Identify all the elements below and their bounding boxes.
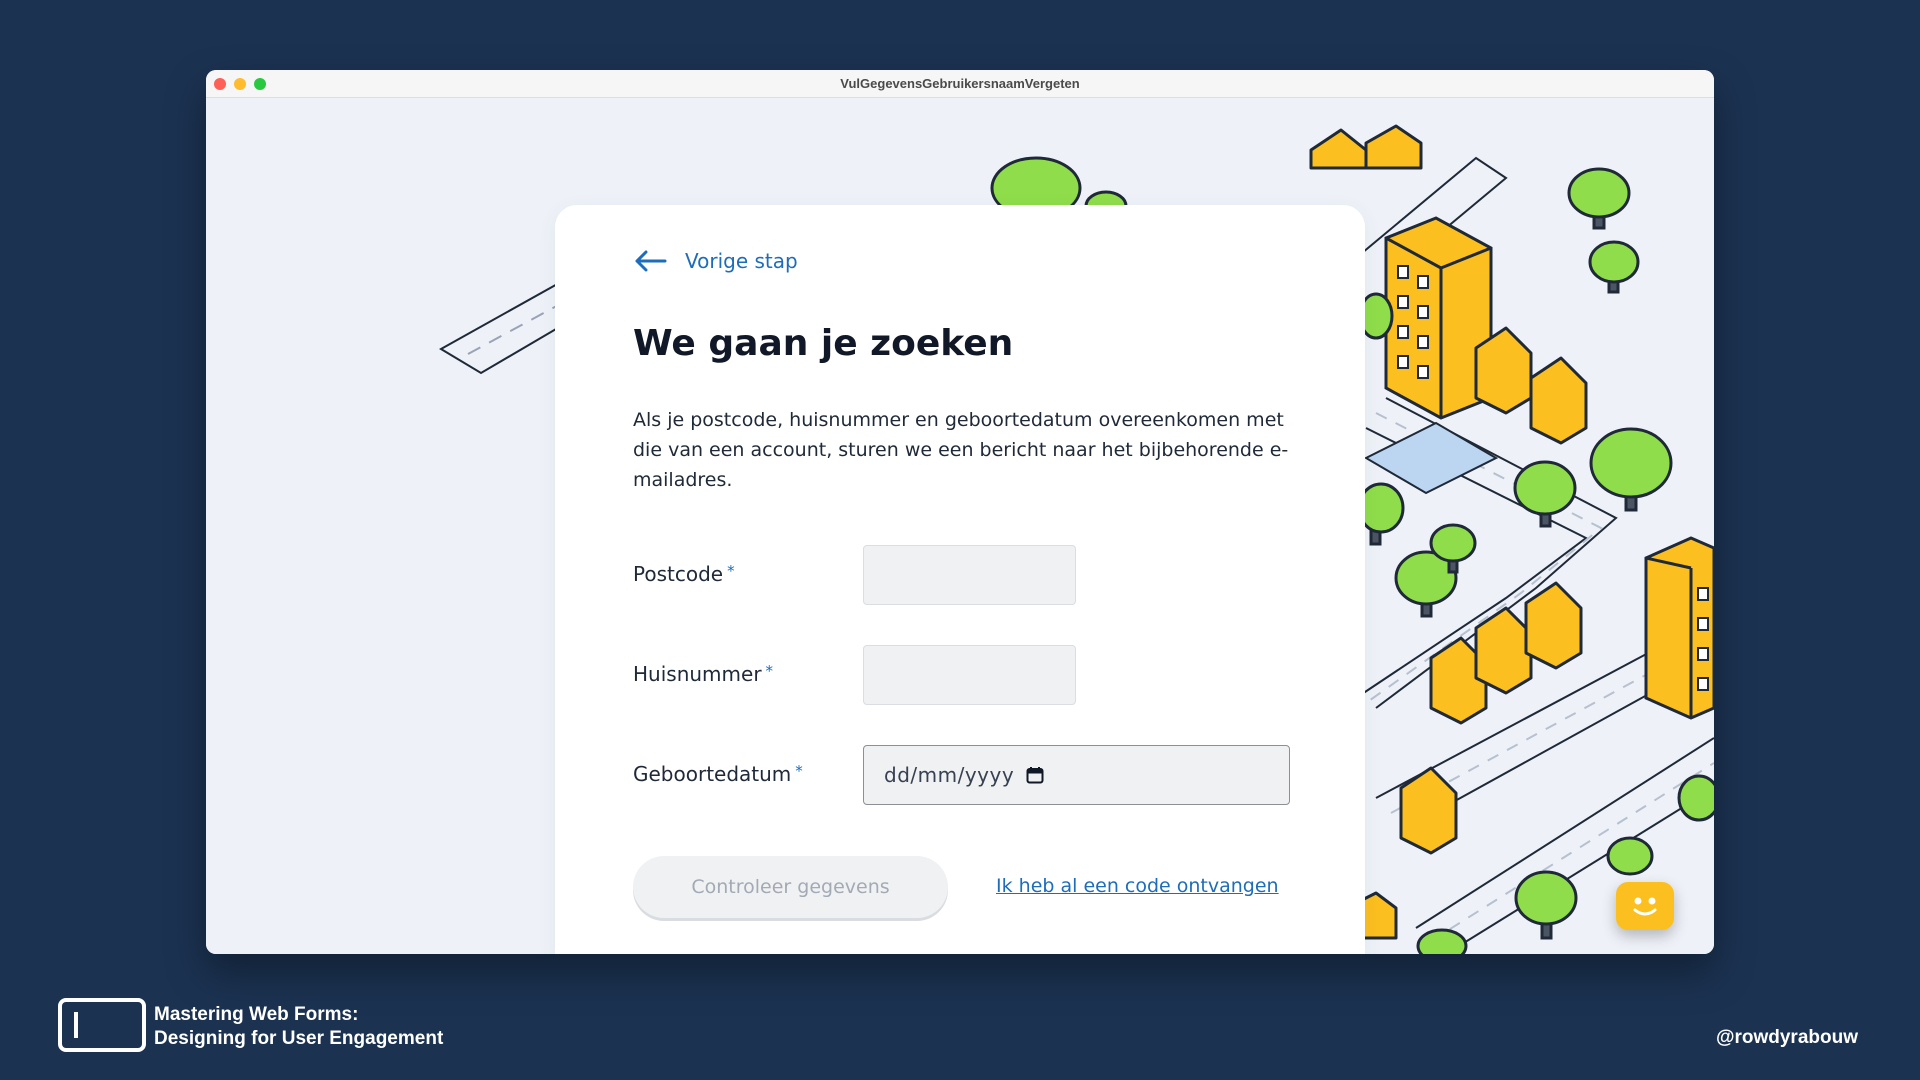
form-card: Vorige stap We gaan je zoeken Als je pos… xyxy=(555,205,1365,954)
back-link-label: Vorige stap xyxy=(685,249,798,273)
huisnummer-label: Huisnummer * xyxy=(633,662,773,686)
date-placeholder: dd/mm/yyyy xyxy=(884,763,1015,787)
calendar-icon[interactable] xyxy=(1026,766,1044,784)
required-marker: * xyxy=(727,562,735,580)
page-title: We gaan je zoeken xyxy=(633,323,1014,364)
postcode-label-text: Postcode xyxy=(633,562,724,586)
chat-bot-icon xyxy=(1633,897,1657,916)
huisnummer-input[interactable] xyxy=(863,645,1076,705)
required-marker: * xyxy=(795,762,803,780)
window-title: VulGegevensGebruikersnaamVergeten xyxy=(840,76,1080,91)
check-details-button[interactable]: Controleer gegevens xyxy=(633,856,948,918)
presentation-title-line-2: Designing for User Engagement xyxy=(154,1028,444,1049)
postcode-input[interactable] xyxy=(863,545,1076,605)
back-link[interactable]: Vorige stap xyxy=(633,249,798,273)
geboortedatum-label: Geboortedatum * xyxy=(633,762,803,786)
presentation-title: Mastering Web Forms: Designing for User … xyxy=(154,1003,443,1051)
postcode-label: Postcode * xyxy=(633,562,735,586)
geboortedatum-label-text: Geboortedatum xyxy=(633,762,792,786)
building-tall-2 xyxy=(1644,536,1714,720)
form-description: Als je postcode, huisnummer en geboorted… xyxy=(633,409,1289,491)
page-viewport: Vorige stap We gaan je zoeken Als je pos… xyxy=(206,98,1714,954)
huisnummer-label-text: Huisnummer xyxy=(633,662,762,686)
presentation-title-line-1: Mastering Web Forms: xyxy=(154,1004,359,1025)
presentation-logo-icon xyxy=(58,998,146,1052)
code-received-link[interactable]: Ik heb al een code ontvangen xyxy=(996,875,1279,897)
title-bar: VulGegevensGebruikersnaamVergeten xyxy=(206,70,1714,98)
app-window: VulGegevensGebruikersnaamVergeten Vorige… xyxy=(206,70,1714,954)
required-marker: * xyxy=(765,662,774,680)
arrow-left-icon xyxy=(635,250,667,272)
geboortedatum-input[interactable]: dd/mm/yyyy xyxy=(863,745,1290,805)
chat-bot-button[interactable] xyxy=(1616,882,1674,930)
author-handle: @rowdyrabouw xyxy=(1715,1027,1858,1048)
logo-cursor-bar xyxy=(74,1012,78,1038)
